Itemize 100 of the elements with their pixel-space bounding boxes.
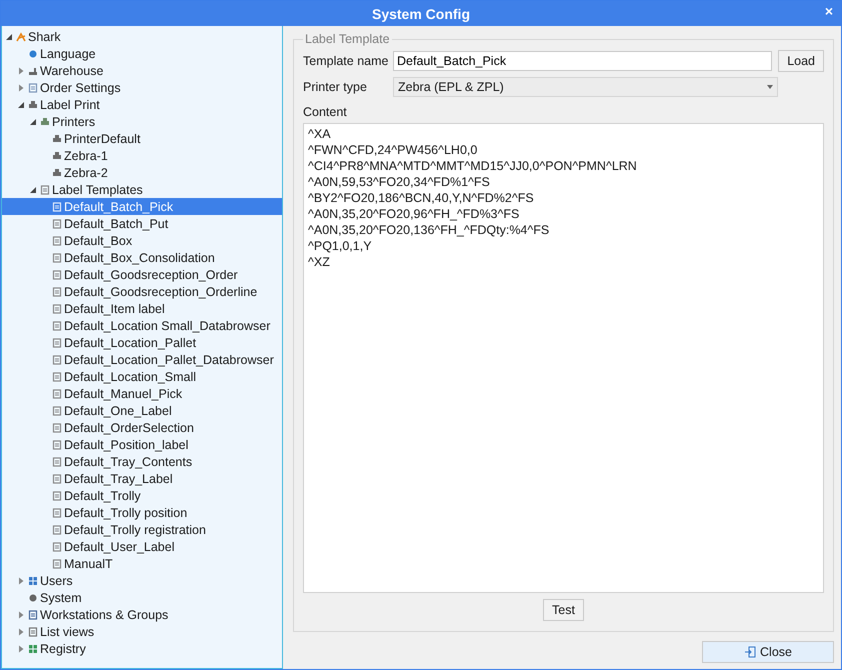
document-icon: [52, 286, 62, 296]
group-title: Label Template: [304, 32, 391, 46]
tree-row[interactable]: Zebra-2: [2, 164, 282, 181]
tree-item-label: Label Print: [40, 98, 100, 112]
grid-icon: [28, 644, 38, 654]
tree-item-label: Default_Location Small_Databrowser: [64, 318, 270, 332]
tree-item-label: PrinterDefault: [64, 132, 140, 146]
tree-row[interactable]: Default_Trolly registration: [2, 521, 282, 538]
close-button[interactable]: Close: [702, 641, 834, 663]
tree-row[interactable]: Zebra-1: [2, 147, 282, 164]
document-icon: [52, 422, 62, 432]
tree-item-label: Default_Manuel_Pick: [64, 386, 182, 400]
tree-row[interactable]: ManualT: [2, 555, 282, 572]
document-icon: [52, 406, 62, 416]
shelf-icon: [28, 66, 38, 76]
tree-row[interactable]: System: [2, 589, 282, 606]
tree-row[interactable]: PrinterDefault: [2, 130, 282, 147]
tree-item-label: Users: [40, 574, 73, 588]
tree-item-label: Default_Batch_Pick: [64, 200, 174, 214]
document-icon: [52, 304, 62, 314]
document-icon: [52, 508, 62, 518]
tree-item-label: Printers: [52, 114, 96, 128]
printer-icon: [28, 100, 38, 110]
tree-item-label: Default_Tray_Contents: [64, 454, 192, 468]
tree-row[interactable]: Default_Position_label: [2, 436, 282, 453]
expander-icon[interactable]: [29, 118, 37, 126]
code-line: ^XZ: [308, 254, 331, 270]
code-line: ^FWN^CFD,24^PW456^LH0,0: [308, 142, 478, 158]
tree-row[interactable]: Shark: [2, 28, 282, 45]
tree-row[interactable]: Warehouse: [2, 62, 282, 79]
printer-icon: [52, 168, 62, 178]
tree-item-label: Default_Box: [64, 234, 132, 248]
tree-row[interactable]: Default_OrderSelection: [2, 419, 282, 436]
tree-row[interactable]: Printers: [2, 113, 282, 130]
tree-row[interactable]: List views: [2, 623, 282, 640]
tree-item-label: Default_Box_Consolidation: [64, 250, 215, 264]
printer-type-dropdown[interactable]: Zebra (EPL & ZPL): [393, 77, 778, 97]
tree-item-label: Default_Tray_Label: [64, 472, 173, 486]
tree-row[interactable]: Default_Item label: [2, 300, 282, 317]
tree-row[interactable]: Default_Box: [2, 232, 282, 249]
code-line: ^A0N,35,20^FO20,96^FH_^FD%3^FS: [308, 206, 520, 222]
expander-icon[interactable]: [29, 186, 37, 194]
expander-icon[interactable]: [17, 100, 25, 108]
tree-item-label: Default_Location_Pallet_Databrowser: [64, 352, 274, 366]
tree-row[interactable]: Default_Trolly position: [2, 504, 282, 521]
window-title: System Config: [372, 6, 470, 22]
tree-row[interactable]: Default_Location_Pallet_Databrowser: [2, 351, 282, 368]
tree-item-label: Default_Goodsreception_Orderline: [64, 284, 258, 298]
document-icon: [52, 202, 62, 212]
tree-row[interactable]: Default_One_Label: [2, 402, 282, 419]
tree-row[interactable]: Label Templates: [2, 181, 282, 198]
tree-row[interactable]: Default_Box_Consolidation: [2, 249, 282, 266]
tree-item-label: Default_Trolly: [64, 488, 141, 502]
tree-row[interactable]: Registry: [2, 640, 282, 657]
tree-row[interactable]: Default_Goodsreception_Order: [2, 266, 282, 283]
tree-item-label: Default_User_Label: [64, 540, 174, 554]
tree-row[interactable]: Default_Trolly: [2, 487, 282, 504]
expander-icon[interactable]: [5, 32, 13, 40]
document-icon: [52, 524, 62, 534]
printer-icon: [52, 150, 62, 160]
tree-item-label: Workstations & Groups: [40, 608, 168, 622]
tree-row[interactable]: Default_Tray_Label: [2, 470, 282, 487]
tree-row[interactable]: Default_Location_Pallet: [2, 334, 282, 351]
document-icon: [52, 490, 62, 500]
tree-item-label: ManualT: [64, 556, 113, 570]
document-icon: [52, 218, 62, 228]
template-name-field[interactable]: Default_Batch_Pick: [393, 51, 772, 71]
tree-row[interactable]: Default_Tray_Contents: [2, 453, 282, 470]
document-icon: [52, 456, 62, 466]
test-button[interactable]: Test: [543, 599, 584, 621]
tree-row[interactable]: Workstations & Groups: [2, 606, 282, 623]
exit-icon: [744, 646, 756, 658]
tree-row[interactable]: Default_Goodsreception_Orderline: [2, 283, 282, 300]
tree-item-label: Default_OrderSelection: [64, 420, 194, 434]
code-line: ^A0N,59,53^FO20,34^FD%1^FS: [308, 174, 491, 190]
code-line: ^PQ1,0,1,Y: [308, 238, 373, 254]
tree-row[interactable]: Users: [2, 572, 282, 589]
tree-row[interactable]: Label Print: [2, 96, 282, 113]
load-button[interactable]: Load: [778, 50, 824, 72]
tree-item-label: Default_One_Label: [64, 404, 172, 418]
tree-item-label: Order Settings: [40, 80, 121, 94]
tree-row[interactable]: Default_Location Small_Databrowser: [2, 317, 282, 334]
code-line: ^A0N,35,20^FO20,136^FH_^FDQty:%4^FS: [308, 222, 550, 238]
tree-row[interactable]: Default_Location_Small: [2, 368, 282, 385]
tree-item-label: Shark: [28, 30, 61, 44]
grid-icon: [28, 576, 38, 586]
document-icon: [52, 354, 62, 364]
document-icon: [52, 270, 62, 280]
tree-row[interactable]: Default_User_Label: [2, 538, 282, 555]
close-button[interactable]: ×: [820, 2, 837, 20]
tree-row[interactable]: Language: [2, 45, 282, 62]
tree-item-label: Default_Trolly position: [64, 506, 188, 520]
field-label: Content: [303, 105, 348, 119]
tree-row[interactable]: Default_Manuel_Pick: [2, 385, 282, 402]
tree-row[interactable]: Default_Batch_Pick: [2, 198, 282, 215]
tree-item-label: Default_Batch_Put: [64, 216, 168, 230]
tree-row[interactable]: Default_Batch_Put: [2, 215, 282, 232]
tree-item-label: Default_Goodsreception_Order: [64, 268, 238, 282]
tree-row[interactable]: Order Settings: [2, 79, 282, 96]
printer-icon: [40, 116, 50, 126]
